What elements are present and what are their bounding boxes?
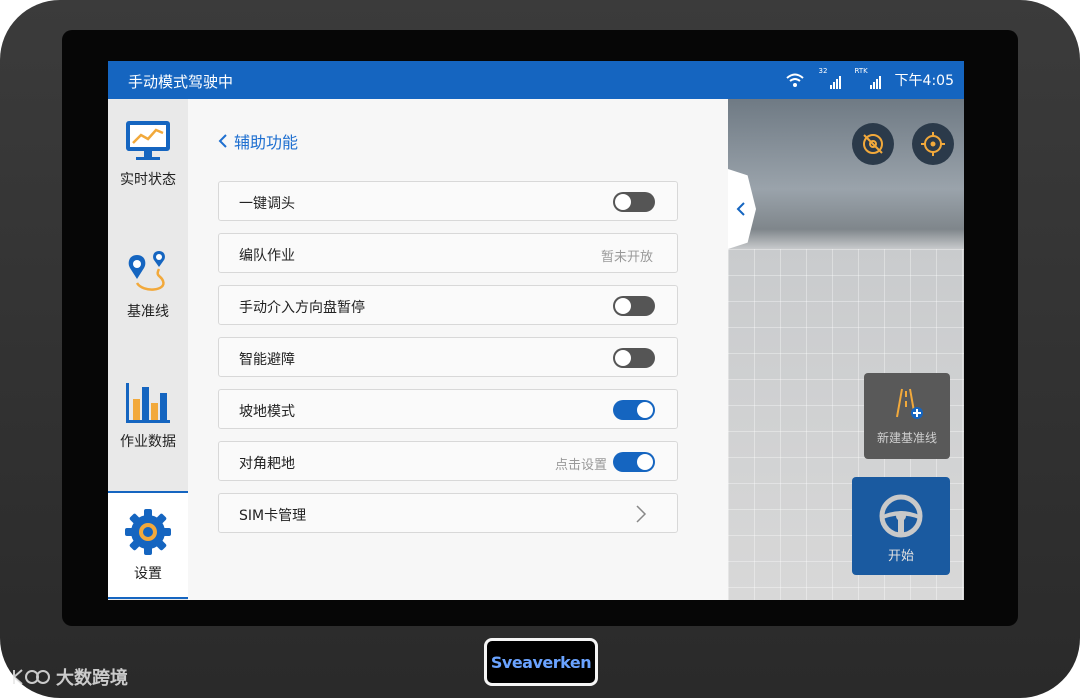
chevron-left-icon [736,202,745,216]
setting-label: 编队作业 [239,248,295,264]
wifi-icon [785,73,804,87]
page-title: 辅助功能 [234,133,299,152]
gear-icon [125,509,171,555]
gps-signal-icon: 32 [818,67,841,91]
brand-logo: Sveaverken [484,638,598,686]
chevron-left-icon [218,134,227,148]
setting-row-u-turn: 一键调头 [218,181,678,221]
sidebar-item-label: 实时状态 [120,172,176,188]
setting-label: 一键调头 [239,196,295,212]
setting-label: 手动介入方向盘暂停 [239,300,365,316]
watermark: 大数跨境 [10,664,128,690]
locate-button[interactable] [912,123,954,165]
setting-row-sim-card[interactable]: SIM卡管理 [218,493,678,533]
steering-disabled-button[interactable] [852,123,894,165]
start-label: 开始 [887,549,914,564]
start-button[interactable]: 开始 [852,477,950,575]
steering-off-icon [863,134,883,154]
setting-row-formation: 编队作业 暂未开放 [218,233,678,273]
setting-row-slope-mode: 坡地模式 [218,389,678,429]
u-turn-toggle[interactable] [613,192,655,212]
setting-row-steering-pause: 手动介入方向盘暂停 [218,285,678,325]
map-pin-route-icon [128,251,165,291]
collapse-panel-button[interactable] [728,169,756,249]
rtk-label: RTK [854,67,868,75]
screen: 手动模式驾驶中 32 RTK 下午4:05 实时状态 基准线 作业数据 设置 辅… [108,61,964,600]
steering-pause-toggle[interactable] [613,296,655,316]
sidebar-item-label: 基准线 [127,304,169,320]
obstacle-avoidance-toggle[interactable] [613,348,655,368]
status-title: 手动模式驾驶中 [128,73,234,91]
diagonal-settings-link[interactable]: 点击设置 [555,454,607,473]
sidebar-item-label: 作业数据 [120,434,176,450]
steering-wheel-icon [879,494,923,538]
setting-label: 坡地模式 [239,404,295,420]
settings-panel: 辅助功能 一键调头 编队作业 暂未开放 手动介入方向盘暂停 智能避障 坡地模式 … [188,99,728,600]
status-bar: 手动模式驾驶中 32 RTK 下午4:05 [108,61,964,99]
bar-chart-icon [126,383,170,423]
monitor-chart-icon [126,121,170,160]
setting-label: 智能避障 [239,352,295,368]
setting-label: 对角耙地 [239,456,295,472]
sidebar-item-work-data[interactable]: 作业数据 [108,379,188,451]
setting-hint: 暂未开放 [600,250,653,265]
back-button[interactable]: 辅助功能 [218,129,298,153]
sidebar: 实时状态 基准线 作业数据 设置 [108,99,188,600]
rtk-signal-icon: RTK [854,67,881,91]
diagonal-harrowing-toggle[interactable] [613,452,655,472]
sidebar-item-settings[interactable]: 设置 [108,491,188,599]
new-baseline-button[interactable]: 新建基准线 [864,373,950,459]
road-add-icon [896,388,923,419]
setting-row-diagonal-harrowing: 对角耙地 点击设置 [218,441,678,481]
setting-row-obstacle-avoidance: 智能避障 [218,337,678,377]
status-time: 下午4:05 [894,73,954,89]
watermark-text: 大数跨境 [56,668,128,689]
sidebar-item-baseline[interactable]: 基准线 [108,249,188,321]
slope-mode-toggle[interactable] [613,400,655,420]
sidebar-item-label: 设置 [134,566,162,582]
setting-label: SIM卡管理 [239,508,307,524]
map-view[interactable]: 新建基准线 开始 [728,99,964,600]
status-icons: 32 RTK 下午4:05 [785,67,954,93]
gps-count: 32 [818,67,828,75]
crosshair-icon [921,132,945,156]
sidebar-item-realtime-status[interactable]: 实时状态 [108,119,188,189]
chevron-right-icon [636,505,647,523]
new-baseline-label: 新建基准线 [876,431,937,445]
watermark-logo-icon [13,669,50,685]
